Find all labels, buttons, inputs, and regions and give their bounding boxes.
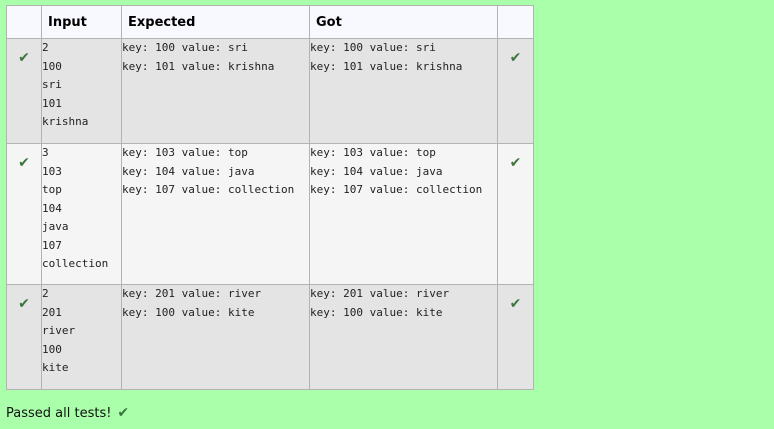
header-expected: Expected [121, 5, 310, 39]
row-result-cell: ✔ [497, 143, 534, 285]
expected-cell: key: 103 value: top key: 104 value: java… [121, 143, 310, 285]
check-mark-icon: ✔ [117, 405, 130, 421]
row-status-cell: ✔ [6, 38, 42, 144]
table-header-row: Input Expected Got [6, 5, 534, 39]
got-cell: key: 103 value: top key: 104 value: java… [309, 143, 498, 285]
status-message: Passed all tests! ✔ [6, 406, 129, 421]
row-status-cell: ✔ [6, 284, 42, 390]
got-cell: key: 100 value: sri key: 101 value: kris… [309, 38, 498, 144]
check-mark-icon: ✔ [18, 296, 30, 312]
table-row: ✔ 2 100 sri 101 krishna key: 100 value: … [6, 38, 534, 144]
input-cell: 2 100 sri 101 krishna [41, 38, 122, 144]
row-result-cell: ✔ [497, 38, 534, 144]
check-mark-icon: ✔ [18, 50, 30, 66]
check-mark-icon: ✔ [18, 155, 30, 171]
row-status-cell: ✔ [6, 143, 42, 285]
input-cell: 3 103 top 104 java 107 collection [41, 143, 122, 285]
header-status-column [6, 5, 42, 39]
expected-cell: key: 201 value: river key: 100 value: ki… [121, 284, 310, 390]
test-results-table: Input Expected Got ✔ 2 100 sri 101 krish… [6, 5, 534, 390]
check-mark-icon: ✔ [509, 155, 522, 171]
table-row: ✔ 3 103 top 104 java 107 collection key:… [6, 143, 534, 285]
table-row: ✔ 2 201 river 100 kite key: 201 value: r… [6, 284, 534, 390]
input-cell: 2 201 river 100 kite [41, 284, 122, 390]
check-mark-icon: ✔ [509, 296, 522, 312]
expected-cell: key: 100 value: sri key: 101 value: kris… [121, 38, 310, 144]
header-input: Input [41, 5, 122, 39]
check-mark-icon: ✔ [509, 50, 522, 66]
status-text: Passed all tests! [6, 406, 112, 421]
header-result-column [497, 5, 534, 39]
got-cell: key: 201 value: river key: 100 value: ki… [309, 284, 498, 390]
row-result-cell: ✔ [497, 284, 534, 390]
header-got: Got [309, 5, 498, 39]
